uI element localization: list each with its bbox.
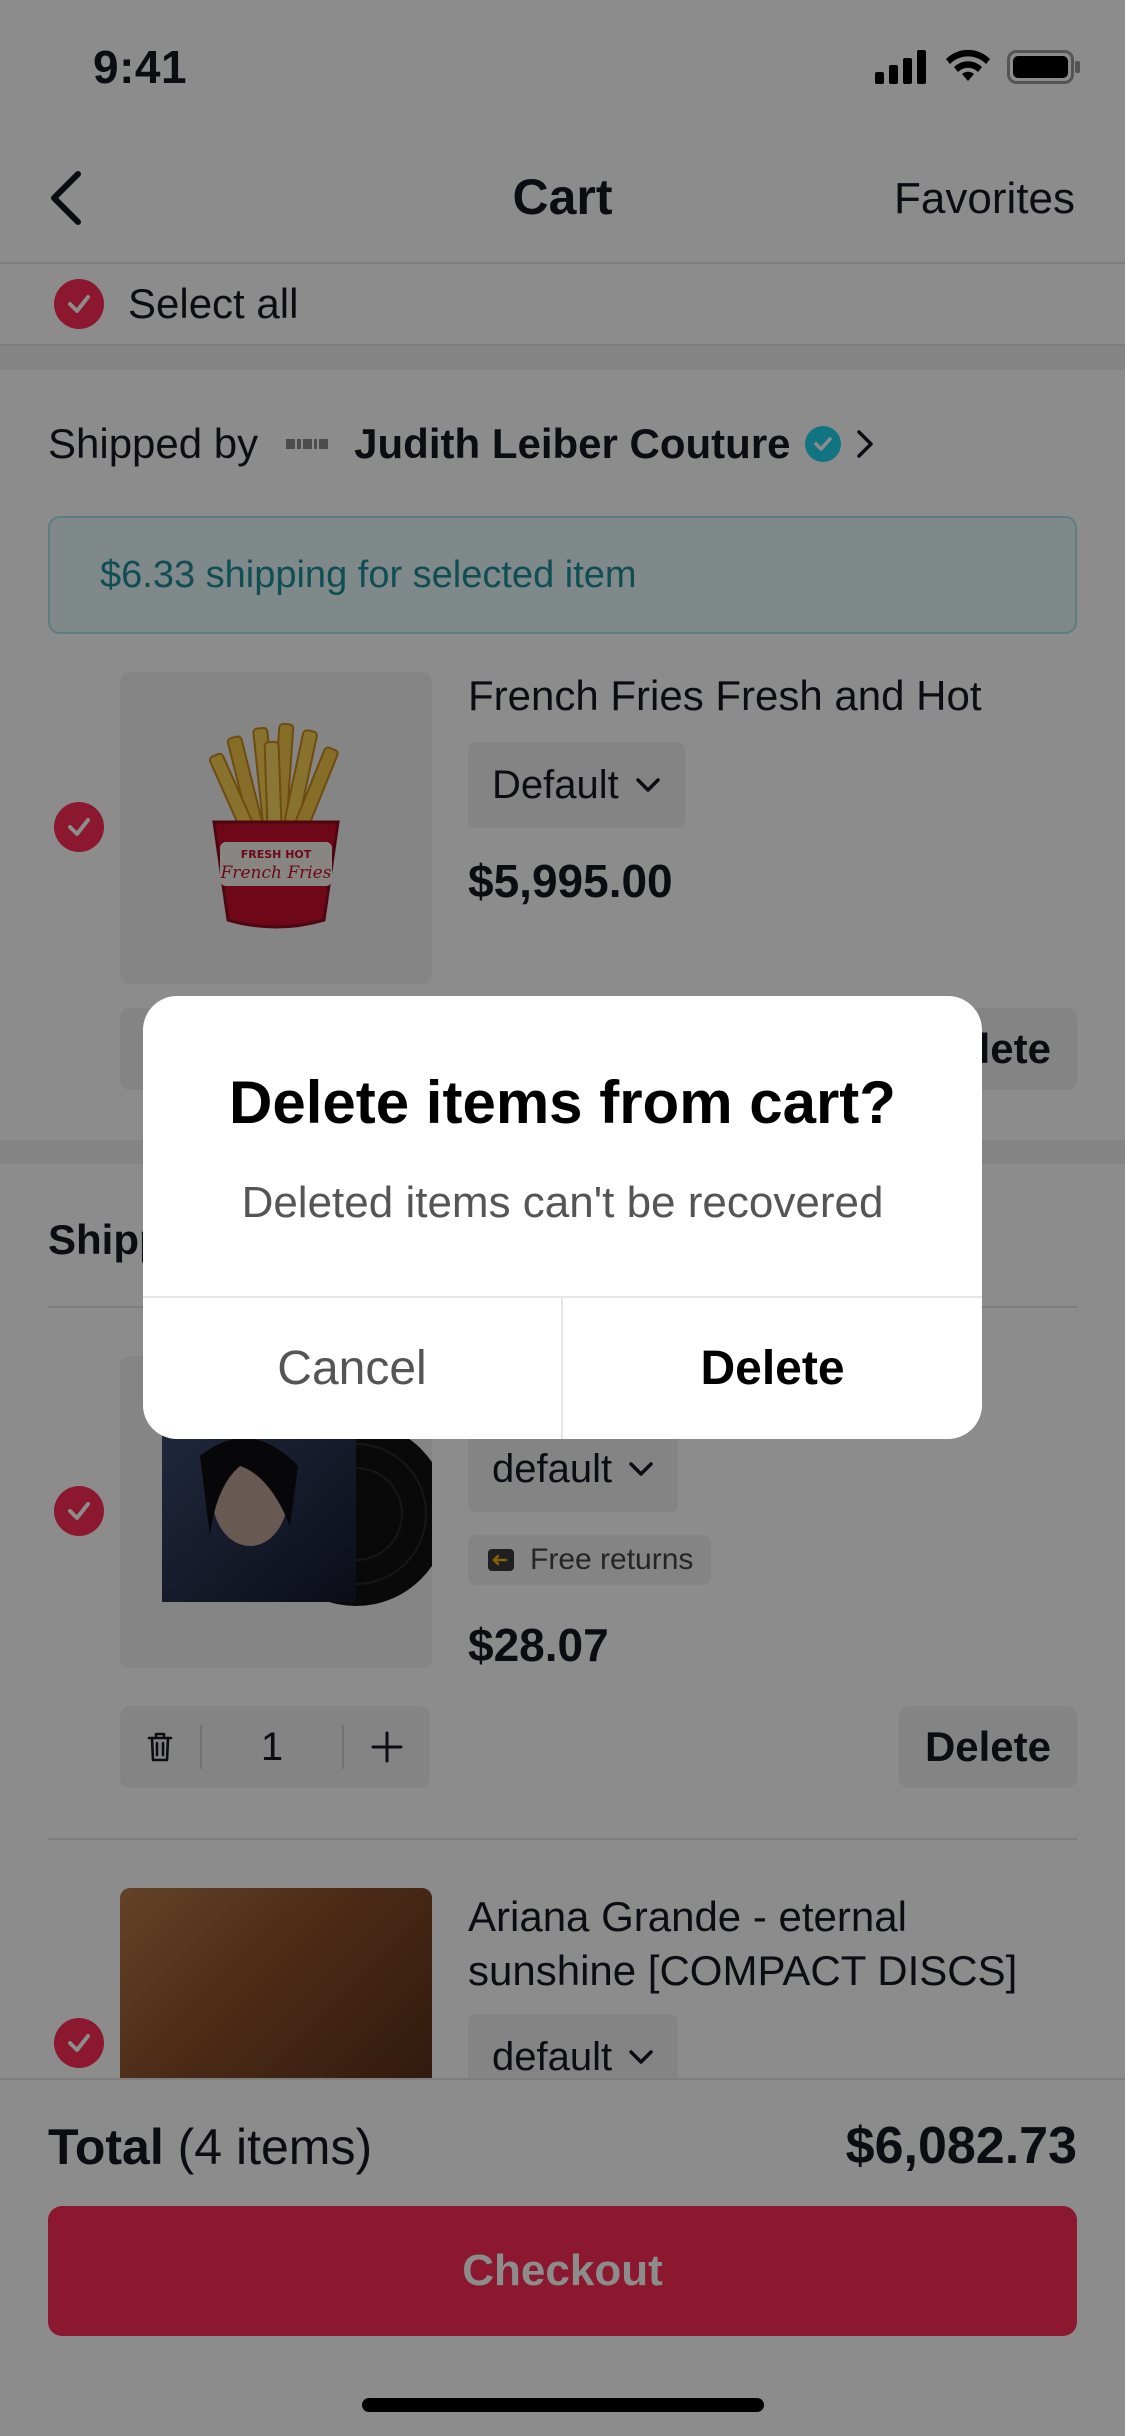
dialog-title: Delete items from cart? <box>229 1069 896 1136</box>
home-indicator[interactable] <box>362 2398 764 2412</box>
delete-confirm-dialog: Delete items from cart? Deleted items ca… <box>143 996 982 1439</box>
dialog-message: Deleted items can't be recovered <box>241 1178 884 1227</box>
cancel-button[interactable]: Cancel <box>143 1298 561 1439</box>
confirm-delete-button[interactable]: Delete <box>563 1298 982 1439</box>
